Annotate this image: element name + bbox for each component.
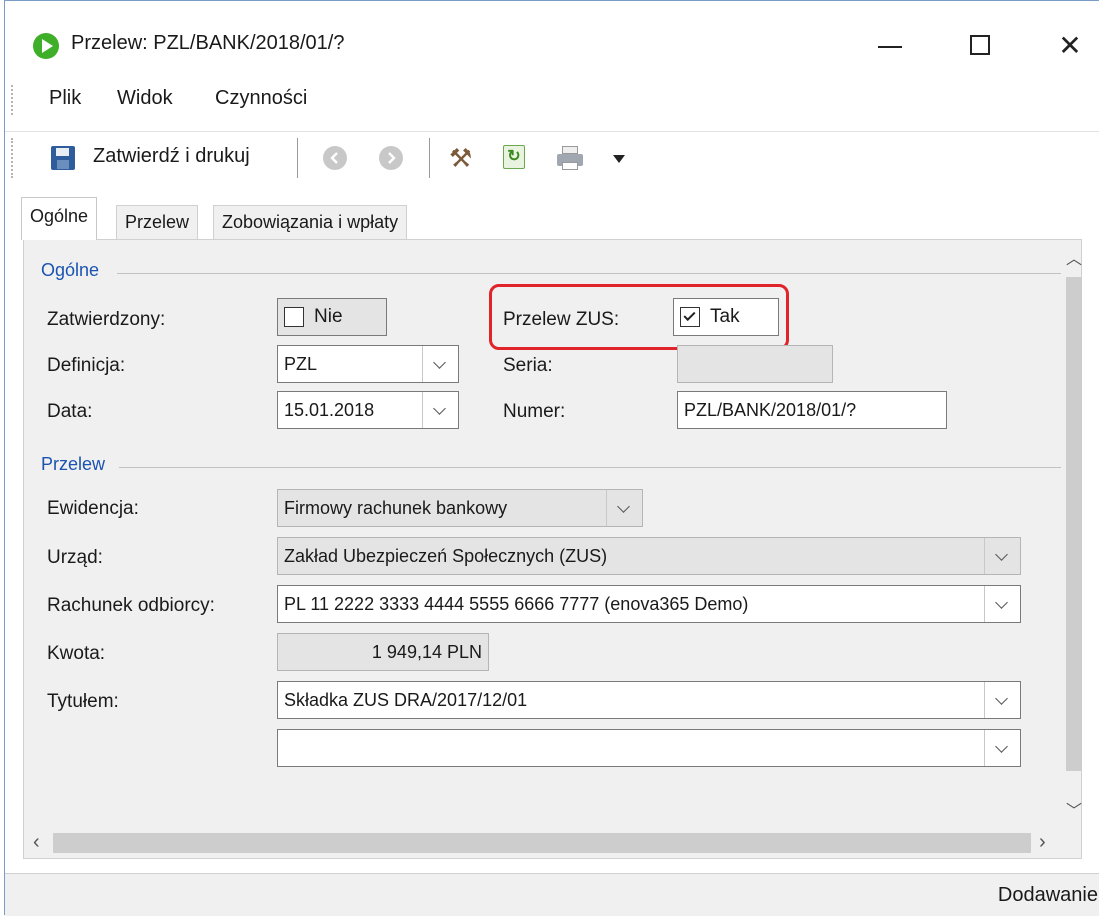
title-value: Składka ZUS DRA/2017/12/01: [284, 690, 528, 710]
menu-grip: [11, 85, 15, 115]
toolbar-separator: [429, 138, 430, 178]
number-input[interactable]: PZL/BANK/2018/01/?: [677, 391, 947, 429]
date-label: Data:: [47, 401, 93, 422]
series-label: Seria:: [503, 355, 553, 376]
chevron-down-icon[interactable]: [984, 586, 1020, 622]
title-bar: Przelew: PZL/BANK/2018/01/? ✕: [5, 1, 1099, 91]
toolbar-grip: [11, 138, 15, 178]
title-combo-2[interactable]: [277, 729, 1021, 767]
main-window: Przelew: PZL/BANK/2018/01/? ✕ Plik Widok…: [4, 0, 1099, 916]
office-combo[interactable]: Zakład Ubezpieczeń Społecznych (ZUS): [277, 537, 1021, 575]
title-label: Tytułem:: [47, 691, 119, 712]
toolbar: Zatwierdź i drukuj ⚒ ↻: [5, 131, 1099, 179]
scroll-down-icon[interactable]: ﹀: [1066, 797, 1082, 821]
account-combo[interactable]: PL 11 2222 3333 4444 5555 6666 7777 (eno…: [277, 585, 1021, 623]
section-divider: [119, 467, 1061, 468]
app-play-icon: [33, 33, 59, 59]
scrollbar-thumb[interactable]: [53, 833, 1031, 853]
refresh-icon[interactable]: ↻: [503, 145, 525, 169]
definition-value: PZL: [284, 354, 318, 374]
window-title: Przelew: PZL/BANK/2018/01/?: [71, 32, 345, 54]
account-label: Rachunek odbiorcy:: [47, 595, 215, 616]
chevron-down-icon[interactable]: [422, 346, 458, 382]
approved-value: Nie: [314, 306, 343, 327]
amount-label: Kwota:: [47, 643, 106, 664]
amount-field: 1 949,14 PLN: [277, 633, 489, 671]
record-label: Ewidencja:: [47, 498, 139, 519]
series-field: [677, 345, 833, 383]
print-dropdown-icon[interactable]: [613, 155, 625, 163]
scroll-left-icon[interactable]: ‹: [33, 831, 40, 854]
forward-icon[interactable]: [379, 146, 403, 170]
scroll-right-icon[interactable]: ›: [1039, 831, 1046, 854]
number-value: PZL/BANK/2018/01/?: [684, 400, 857, 420]
menu-widok[interactable]: Widok: [117, 87, 173, 110]
horizontal-scrollbar[interactable]: ‹ ›: [23, 827, 1064, 859]
maximize-button[interactable]: [950, 23, 1010, 67]
record-value: Firmowy rachunek bankowy: [284, 498, 508, 518]
save-print-button[interactable]: Zatwierdź i drukuj: [93, 145, 250, 168]
menu-plik[interactable]: Plik: [49, 87, 81, 110]
tools-icon[interactable]: ⚒: [449, 143, 472, 174]
maximize-icon: [970, 35, 990, 55]
record-combo[interactable]: Firmowy rachunek bankowy: [277, 489, 643, 527]
checkbox-box: [284, 307, 304, 327]
menu-czynnosci[interactable]: Czynności: [215, 87, 307, 110]
print-icon[interactable]: [557, 146, 583, 170]
minimize-icon: [878, 46, 902, 48]
approved-checkbox[interactable]: Nie: [277, 298, 387, 336]
scrollbar-thumb[interactable]: [1066, 277, 1082, 771]
chevron-down-icon[interactable]: [422, 392, 458, 428]
tab-zobowiazania[interactable]: Zobowiązania i wpłaty: [213, 205, 408, 239]
section-title-general: Ogólne: [41, 260, 100, 280]
vertical-scrollbar[interactable]: ︿ ﹀: [1064, 243, 1082, 827]
number-label: Numer:: [503, 401, 566, 422]
status-bar: Dodawanie: [5, 873, 1099, 916]
office-label: Urząd:: [47, 547, 103, 568]
definition-combo[interactable]: PZL: [277, 345, 459, 383]
minimize-button[interactable]: [860, 23, 920, 67]
tab-strip: Ogólne Przelew Zobowiązania i wpłaty: [5, 197, 1099, 240]
amount-value: 1 949,14 PLN: [371, 642, 482, 662]
title-combo[interactable]: Składka ZUS DRA/2017/12/01: [277, 681, 1021, 719]
date-value: 15.01.2018: [284, 400, 375, 420]
approved-label: Zatwierdzony:: [47, 309, 166, 330]
definition-label: Definicja:: [47, 355, 126, 376]
menu-bar: Plik Widok Czynności: [5, 83, 1099, 119]
save-icon[interactable]: [51, 146, 75, 170]
close-button[interactable]: ✕: [1040, 23, 1099, 67]
chevron-down-icon[interactable]: [984, 730, 1020, 766]
scroll-up-icon[interactable]: ︿: [1066, 245, 1082, 269]
office-value: Zakład Ubezpieczeń Społecznych (ZUS): [284, 546, 608, 566]
status-text: Dodawanie: [997, 884, 1098, 906]
toolbar-separator: [297, 138, 298, 178]
date-picker[interactable]: 15.01.2018: [277, 391, 459, 429]
account-value: PL 11 2222 3333 4444 5555 6666 7777 (eno…: [284, 594, 749, 614]
tab-ogolne[interactable]: Ogólne: [21, 197, 98, 240]
chevron-down-icon[interactable]: [984, 538, 1020, 574]
tab-przelew[interactable]: Przelew: [116, 205, 199, 239]
chevron-down-icon[interactable]: [984, 682, 1020, 718]
back-icon[interactable]: [323, 146, 347, 170]
section-title-transfer: Przelew: [41, 454, 106, 474]
section-divider: [117, 273, 1061, 274]
chevron-down-icon[interactable]: [606, 490, 642, 526]
highlight-frame: [489, 284, 789, 350]
